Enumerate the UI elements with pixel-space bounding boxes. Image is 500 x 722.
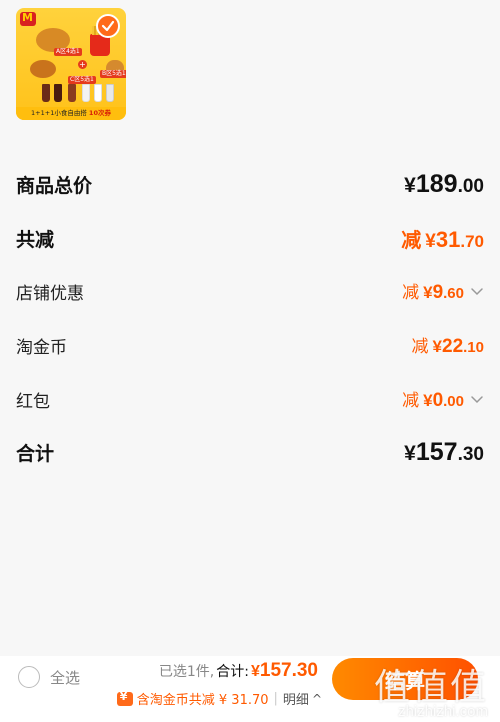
row-store-discount[interactable]: 店铺优惠 减 ¥ 9 .60 <box>16 274 484 308</box>
total-discount-amount: 减 ¥ 31 .70 <box>401 224 484 253</box>
total-discount-label: 共减 <box>16 228 55 251</box>
summary-total-label: 合计: <box>216 664 249 680</box>
reduce-label: 减 <box>402 283 420 303</box>
amount-dec: .60 <box>443 285 464 302</box>
row-total-discount: 共减 减 ¥ 31 .70 <box>16 220 484 256</box>
amount-dec: .10 <box>463 339 484 356</box>
amount-dec: .30 <box>457 443 484 465</box>
promo-text: 1+1+1小食自由搭 <box>31 109 87 117</box>
store-discount-label: 店铺优惠 <box>16 283 84 304</box>
goods-total-label: 商品总价 <box>16 174 93 197</box>
summary-total-value: 157.30 <box>259 660 318 681</box>
drink-image <box>54 84 62 102</box>
currency-symbol: ¥ <box>432 337 442 356</box>
drink-image <box>94 84 102 102</box>
selected-check-icon[interactable] <box>96 14 120 38</box>
goods-total-amount: ¥ 189 .00 <box>404 170 484 199</box>
amount-int: 157 <box>415 437 458 466</box>
product-thumbnail[interactable]: A区4选1 + B区5选1 C区5选1 1+1+1小食自由搭 10次券 <box>16 8 126 120</box>
amount-dec: .00 <box>443 393 464 410</box>
reduce-label: 减 <box>402 391 420 411</box>
select-all-label[interactable]: 全选 <box>50 667 80 688</box>
amount-int: 189 <box>415 169 458 198</box>
row-grand-total: 合计 ¥ 157 .30 <box>16 434 484 470</box>
drink-image <box>82 84 90 102</box>
checkmark-icon <box>101 20 115 32</box>
amount-dec: .00 <box>457 175 484 197</box>
currency-symbol: ¥ <box>250 663 260 680</box>
currency-symbol: ¥ <box>423 283 433 302</box>
watermark-url: zhizhizhi.com <box>397 703 488 720</box>
row-red-packet[interactable]: 红包 减 ¥ 0 .00 <box>16 382 484 416</box>
chevron-down-icon[interactable] <box>470 284 484 298</box>
detail-link[interactable]: 明细 <box>283 689 309 708</box>
amount-int: 22 <box>442 336 464 357</box>
plus-icon: + <box>78 60 87 69</box>
tao-coin-label: 淘金币 <box>16 337 67 358</box>
checkout-bar: 全选 已选1件, 合计: ¥ 157.30 含淘金币共减 ¥ 31.70 | 明… <box>0 656 500 722</box>
coin-discount-text: 含淘金币共减 ¥ 31.70 <box>136 693 269 708</box>
row-tao-coin: 淘金币 减 ¥ 22 .10 <box>16 328 484 362</box>
reduce-label: 减 <box>411 337 429 357</box>
selected-count: 已选1件, <box>158 664 215 680</box>
order-summary: 已选1件, 合计: ¥ 157.30 <box>159 660 318 682</box>
currency-symbol: ¥ <box>425 230 436 252</box>
amount-int: 31 <box>435 226 461 252</box>
drink-image <box>42 84 50 102</box>
select-all-radio[interactable] <box>18 666 40 688</box>
reduce-label: 减 <box>401 227 422 252</box>
grand-total-amount: ¥ 157 .30 <box>404 438 484 467</box>
drink-image <box>106 84 114 102</box>
grand-total-label: 合计 <box>16 442 55 465</box>
mcdonalds-logo <box>20 11 36 26</box>
amount-int: 9 <box>432 282 444 303</box>
tag-b: B区5选1 <box>100 70 126 78</box>
red-packet-amount: 减 ¥ 0 .00 <box>402 386 484 412</box>
amount-dec: .70 <box>460 231 484 251</box>
currency-symbol: ¥ <box>423 391 433 410</box>
tao-coin-icon <box>116 690 133 706</box>
tag-a: A区4选1 <box>54 48 82 56</box>
currency-symbol: ¥ <box>404 441 416 465</box>
promo-highlight: 10次券 <box>88 109 111 117</box>
divider: | <box>273 691 278 706</box>
currency-symbol: ¥ <box>404 173 416 197</box>
amount-int: 0 <box>432 390 444 411</box>
checkout-button[interactable]: 结算 <box>332 658 478 700</box>
chevron-up-icon[interactable]: ^ <box>312 692 322 706</box>
coin-discount-line: 含淘金币共减 ¥ 31.70 | 明细 ^ <box>116 689 322 708</box>
row-goods-total: 商品总价 ¥ 189 .00 <box>16 166 484 202</box>
tag-c: C区5选1 <box>68 76 96 84</box>
drink-image <box>68 84 76 102</box>
nuggets-image <box>30 60 56 78</box>
promo-bar: 1+1+1小食自由搭 10次券 <box>16 107 126 120</box>
red-packet-label: 红包 <box>16 391 50 412</box>
chevron-down-icon[interactable] <box>470 392 484 406</box>
store-discount-amount: 减 ¥ 9 .60 <box>402 278 484 304</box>
tao-coin-amount: 减 ¥ 22 .10 <box>412 332 484 358</box>
